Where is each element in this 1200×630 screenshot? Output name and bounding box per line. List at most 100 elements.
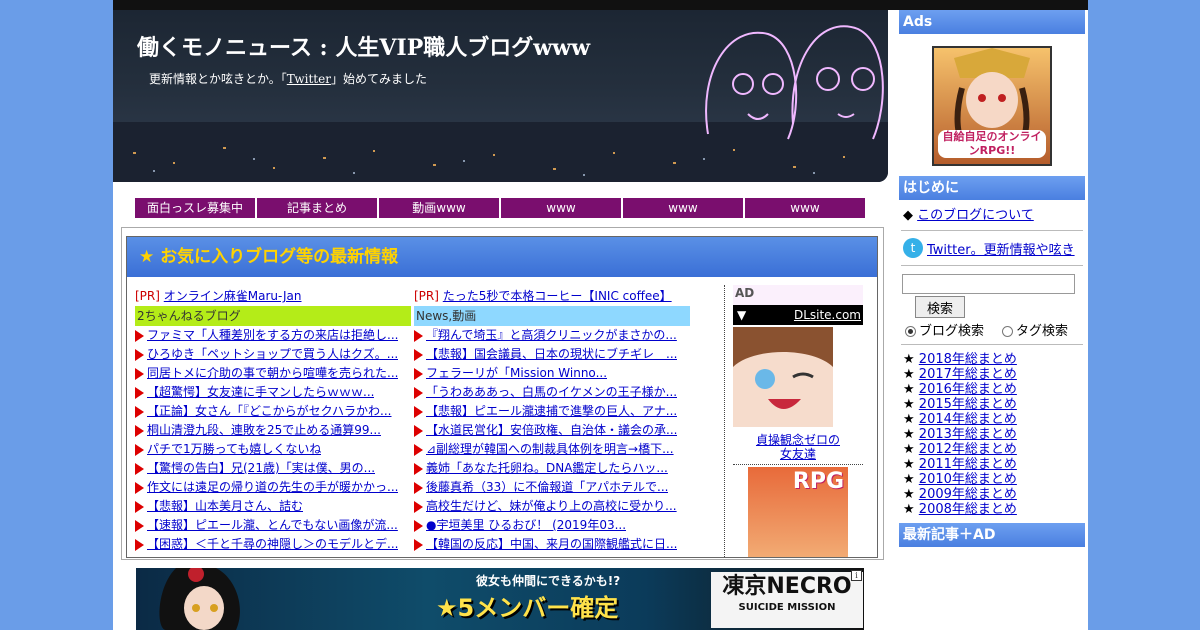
star-icon: ★ bbox=[903, 382, 915, 397]
yearly-summary-link[interactable]: 2009年総まとめ bbox=[919, 487, 1017, 502]
radio-blog-search[interactable]: ブログ検索 bbox=[905, 320, 984, 339]
article-link[interactable]: 高校生だけど、妹が俺より上の高校に受かり... bbox=[426, 497, 677, 516]
triangle-bullet-icon bbox=[135, 405, 144, 418]
article-link[interactable]: ●宇垣美里 ひるおび！ (2019年03... bbox=[426, 516, 626, 535]
yearly-summary-link[interactable]: 2010年総まとめ bbox=[919, 472, 1017, 487]
nav-tab-www-2[interactable]: www bbox=[623, 198, 743, 218]
banner-brand-logo: 凍京NECRO SUICIDE MISSION bbox=[711, 572, 863, 628]
list-item: 高校生だけど、妹が俺より上の高校に受かり... bbox=[414, 497, 690, 516]
ad-thumbnail-2[interactable]: RPG bbox=[748, 467, 848, 557]
yearly-summary-item: ★ 2017年総まとめ bbox=[903, 367, 1081, 382]
list-item: ひろゆき「ペットショップで買う人はクズ。... bbox=[135, 345, 411, 364]
nav-tab-recruit[interactable]: 面白っスレ募集中 bbox=[135, 198, 255, 218]
yearly-summary-link[interactable]: 2016年総まとめ bbox=[919, 382, 1017, 397]
article-link[interactable]: 桐山清澄九段、連敗を25で止める通算99... bbox=[147, 421, 381, 440]
nav-tab-summary[interactable]: 記事まとめ bbox=[257, 198, 377, 218]
radio-unselected-icon[interactable] bbox=[1002, 326, 1014, 337]
column-news-video: [PR] たった5秒で本格コーヒー【INIC coffee】 News,動画 『… bbox=[414, 287, 690, 554]
article-link[interactable]: 「うわあああっ、白馬のイケメンの王子様か... bbox=[426, 383, 677, 402]
list-item: ⊿副総理が韓国への制裁具体例を明言→橋下... bbox=[414, 440, 690, 459]
article-link[interactable]: ファミマ「人種差別をする方の来店は拒絶し... bbox=[147, 326, 398, 345]
sidebar-ad-image[interactable]: 自給自足のオンラインRPG!! bbox=[932, 46, 1052, 166]
article-link[interactable]: 義姉「あなた托卵ね。DNA鑑定したらハッ... bbox=[426, 459, 668, 478]
sidebar-divider bbox=[901, 344, 1083, 345]
dlsite-link[interactable]: DLsite.com bbox=[794, 305, 861, 325]
game-ad-banner[interactable]: 彼女も仲間にできるかも!? ★5メンバー確定 凍京NECRO SUICIDE MI… bbox=[136, 568, 864, 630]
article-link[interactable]: ひろゆき「ペットショップで買う人はクズ。... bbox=[147, 345, 398, 364]
triangle-bullet-icon bbox=[135, 538, 144, 551]
article-link[interactable]: 同居トメに介助の事で朝から喧嘩を売られた... bbox=[147, 364, 398, 383]
pr-link[interactable]: たった5秒で本格コーヒー【INIC coffee】 bbox=[443, 289, 672, 303]
article-link[interactable]: 【悲報】ピエール瀧逮捕で進撃の巨人、アナ... bbox=[426, 402, 677, 421]
article-link[interactable]: 【困惑】＜千と千尋の神隠し＞のモデルとデ... bbox=[147, 535, 398, 554]
list-item: フェラーリが「Mission Winno... bbox=[414, 364, 690, 383]
article-link[interactable]: ⊿副総理が韓国への制裁具体例を明言→橋下... bbox=[426, 440, 674, 459]
nav-tab-www-1[interactable]: www bbox=[501, 198, 621, 218]
sidebar-heading-ads: Ads bbox=[899, 10, 1085, 34]
twitter-link[interactable]: Twitter bbox=[287, 72, 331, 86]
sidebar-divider bbox=[901, 265, 1083, 266]
yearly-summary-item: ★ 2009年総まとめ bbox=[903, 487, 1081, 502]
triangle-bullet-icon bbox=[414, 367, 423, 380]
sidebar-heading-intro: はじめに bbox=[899, 176, 1085, 200]
sidebar-divider bbox=[901, 230, 1083, 231]
article-link[interactable]: 【正論】女さん「『どこからがセクハラかわ... bbox=[147, 402, 392, 421]
list-item: 【韓国の反応】中国、来月の国際観艦式に日... bbox=[414, 535, 690, 554]
article-link[interactable]: 『翔んで埼玉』と高須クリニックがまさかの... bbox=[426, 326, 677, 345]
yearly-summary-link[interactable]: 2011年総まとめ bbox=[919, 457, 1017, 472]
star-icon: ★ bbox=[903, 442, 915, 457]
nav-tab-video[interactable]: 動画www bbox=[379, 198, 499, 218]
star-icon: ★ bbox=[903, 502, 915, 517]
radio-tag-search[interactable]: タグ検索 bbox=[1002, 320, 1068, 339]
list-item: 同居トメに介助の事で朝から喧嘩を売られた... bbox=[135, 364, 411, 383]
ad-thumbnail-1[interactable] bbox=[733, 327, 833, 427]
ad-label: AD bbox=[733, 285, 863, 305]
search-button[interactable]: 検索 bbox=[915, 296, 965, 318]
yearly-summary-link[interactable]: 2012年総まとめ bbox=[919, 442, 1017, 457]
triangle-bullet-icon bbox=[414, 443, 423, 456]
yearly-summary-link[interactable]: 2014年総まとめ bbox=[919, 412, 1017, 427]
article-link[interactable]: 【悲報】国会議員、日本の現状にブチギレ ... bbox=[426, 345, 677, 364]
ad-panel: AD ▼ DLsite.com 貞操観念ゼロの 女友達 RPG bbox=[733, 285, 863, 557]
triangle-bullet-icon bbox=[135, 386, 144, 399]
yearly-summary-link[interactable]: 2015年総まとめ bbox=[919, 397, 1017, 412]
list-item: パチで1万勝っても嬉しくないね bbox=[135, 440, 411, 459]
ad-separator bbox=[733, 464, 863, 465]
list-item: 『翔んで埼玉』と高須クリニックがまさかの... bbox=[414, 326, 690, 345]
triangle-bullet-icon bbox=[414, 500, 423, 513]
twitter-sidebar-link[interactable]: Twitter。更新情報や呟き bbox=[927, 239, 1075, 258]
triangle-bullet-icon bbox=[135, 519, 144, 532]
article-link[interactable]: フェラーリが「Mission Winno... bbox=[426, 364, 607, 383]
yearly-summary-item: ★ 2018年総まとめ bbox=[903, 352, 1081, 367]
site-title[interactable]: 働くモノニュース : 人生VIP職人ブログwww bbox=[137, 30, 590, 62]
ad-caption-1[interactable]: 貞操観念ゼロの 女友達 bbox=[733, 433, 863, 461]
search-input[interactable] bbox=[902, 274, 1075, 294]
article-link[interactable]: 【速報】ピエール瀧、とんでもない画像が流... bbox=[147, 516, 398, 535]
ad-info-icon[interactable]: i bbox=[851, 570, 862, 581]
about-blog-link[interactable]: このブログについて bbox=[917, 208, 1034, 223]
article-link[interactable]: 【超驚愕】女友達に手マンしたらｗｗｗ... bbox=[147, 383, 374, 402]
nav-tab-www-3[interactable]: www bbox=[745, 198, 865, 218]
star-icon: ★ bbox=[903, 352, 915, 367]
article-link[interactable]: 後藤真希（33）に不倫報道「アパホテルで... bbox=[426, 478, 668, 497]
yearly-summary-link[interactable]: 2017年総まとめ bbox=[919, 367, 1017, 382]
article-link[interactable]: 【韓国の反応】中国、来月の国際観艦式に日... bbox=[426, 535, 677, 554]
article-link[interactable]: 作文には遠足の帰り道の先生の手が暖かかっ... bbox=[147, 478, 398, 497]
list-item: ファミマ「人種差別をする方の来店は拒絶し... bbox=[135, 326, 411, 345]
triangle-bullet-icon bbox=[414, 462, 423, 475]
pr-link[interactable]: オンライン麻雀Maru-Jan bbox=[164, 289, 302, 303]
article-link[interactable]: 【水道民営化】安倍政権、自治体・議会の承... bbox=[426, 421, 677, 440]
pr-line: [PR] たった5秒で本格コーヒー【INIC coffee】 bbox=[414, 289, 672, 303]
list-item: ●宇垣美里 ひるおび！ (2019年03... bbox=[414, 516, 690, 535]
article-link[interactable]: パチで1万勝っても嬉しくないね bbox=[147, 440, 321, 459]
article-link[interactable]: 【悲報】山本美月さん、詰む bbox=[147, 497, 303, 516]
banner-headline: ★5メンバー確定 bbox=[436, 594, 619, 622]
list-item: 【困惑】＜千と千尋の神隠し＞のモデルとデ... bbox=[135, 535, 411, 554]
article-link[interactable]: 【驚愕の告白】兄(21歳)「実は僕、男の... bbox=[147, 459, 375, 478]
top-bar bbox=[113, 0, 1088, 10]
radio-selected-icon[interactable] bbox=[905, 326, 916, 337]
yearly-summary-item: ★ 2008年総まとめ bbox=[903, 502, 1081, 517]
yearly-summary-link[interactable]: 2013年総まとめ bbox=[919, 427, 1017, 442]
yearly-summary-link[interactable]: 2018年総まとめ bbox=[919, 352, 1017, 367]
yearly-summary-link[interactable]: 2008年総まとめ bbox=[919, 502, 1017, 517]
